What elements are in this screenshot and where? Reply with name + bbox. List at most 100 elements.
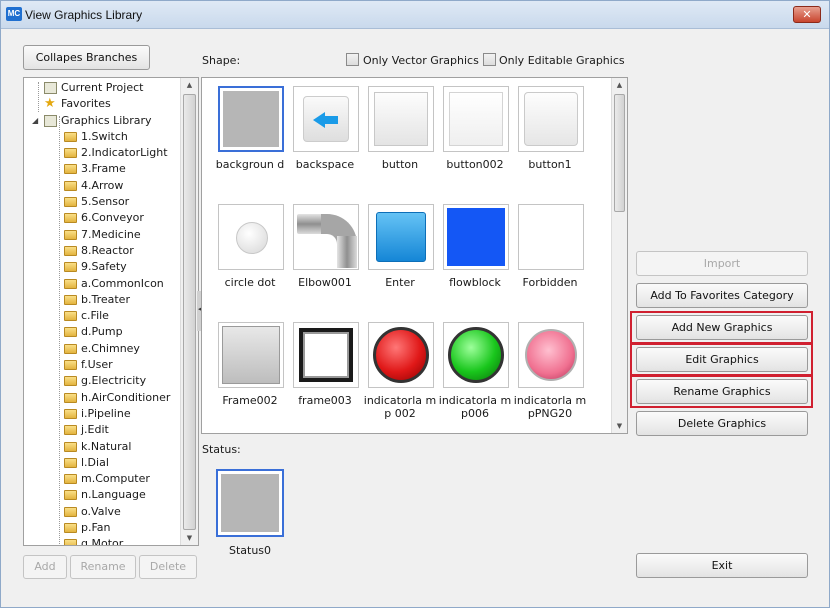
expand-arrow-icon[interactable]: ◢ bbox=[32, 113, 38, 129]
folder-icon bbox=[64, 164, 77, 175]
graphic-item[interactable]: indicatorla mp006 bbox=[437, 322, 513, 427]
scroll-down-arrow-icon[interactable]: ▼ bbox=[181, 531, 198, 545]
tree-item[interactable]: ★ Favorites bbox=[24, 96, 182, 112]
tree-item[interactable]: 7.Medicine bbox=[24, 227, 182, 243]
folder-icon bbox=[64, 490, 77, 501]
graphic-item[interactable]: flowblock bbox=[437, 204, 513, 309]
tree-item[interactable]: m.Computer bbox=[24, 471, 182, 487]
graphic-item[interactable]: indicatorla mpPNG20 bbox=[512, 322, 588, 427]
rename-category-button[interactable]: Rename bbox=[70, 555, 136, 579]
tree-item[interactable]: o.Valve bbox=[24, 504, 182, 520]
import-button[interactable]: Import bbox=[636, 251, 808, 276]
tree-item[interactable]: a.CommonIcon bbox=[24, 276, 182, 292]
gray-frame-thumbnail[interactable] bbox=[218, 322, 284, 388]
tree-item[interactable]: 5.Sensor bbox=[24, 194, 182, 210]
tree-item-label: o.Valve bbox=[81, 504, 121, 518]
graphic-item[interactable]: Elbow001 bbox=[287, 204, 363, 309]
add-new-graphics-button[interactable]: Add New Graphics bbox=[636, 315, 808, 340]
only-editable-checkbox[interactable] bbox=[483, 53, 496, 66]
tree-item[interactable]: p.Fan bbox=[24, 520, 182, 536]
tree-item[interactable]: 2.IndicatorLight bbox=[24, 145, 182, 161]
tree-item[interactable]: ◢ Graphics Library bbox=[24, 113, 182, 129]
white-dot-thumbnail[interactable] bbox=[218, 204, 284, 270]
folder-icon bbox=[64, 197, 77, 208]
graphic-item[interactable]: backgroun d bbox=[212, 86, 288, 191]
graphic-item-label: button002 bbox=[446, 158, 504, 171]
delete-graphics-button[interactable]: Delete Graphics bbox=[636, 411, 808, 436]
blue-button-thumbnail[interactable] bbox=[368, 204, 434, 270]
red-lamp-thumbnail[interactable] bbox=[368, 322, 434, 388]
collapse-branches-button[interactable]: Collapes Branches bbox=[23, 45, 150, 70]
tree-item[interactable]: 6.Conveyor bbox=[24, 210, 182, 226]
black-frame-thumbnail[interactable] bbox=[293, 322, 359, 388]
tree-item[interactable]: k.Natural bbox=[24, 439, 182, 455]
graphic-item[interactable]: button002 bbox=[437, 86, 513, 191]
tree-item[interactable]: q.Motor bbox=[24, 536, 182, 545]
tree-item[interactable]: g.Electricity bbox=[24, 373, 182, 389]
add-category-button[interactable]: Add bbox=[23, 555, 67, 579]
plain-button-thumbnail[interactable] bbox=[368, 86, 434, 152]
gray-fill-thumbnail[interactable] bbox=[218, 86, 284, 152]
tree-item[interactable]: 9.Safety bbox=[24, 259, 182, 275]
tree-item[interactable]: 1.Switch bbox=[24, 129, 182, 145]
rename-graphics-button[interactable]: Rename Graphics bbox=[636, 379, 808, 404]
tree-item[interactable]: f.User bbox=[24, 357, 182, 373]
pink-lamp-thumbnail[interactable] bbox=[518, 322, 584, 388]
shape-label: Shape: bbox=[202, 54, 241, 67]
graphic-item[interactable]: backspace bbox=[287, 86, 363, 191]
close-button[interactable]: ✕ bbox=[793, 6, 821, 23]
tree-item[interactable]: h.AirConditioner bbox=[24, 390, 182, 406]
folder-icon bbox=[64, 278, 77, 289]
folder-icon bbox=[64, 311, 77, 322]
graphic-item[interactable]: circle dot bbox=[212, 204, 288, 309]
only-editable-label: Only Editable Graphics bbox=[499, 54, 625, 67]
tree-item[interactable]: i.Pipeline bbox=[24, 406, 182, 422]
arrow-left-thumbnail[interactable] bbox=[293, 86, 359, 152]
blank-thumbnail[interactable] bbox=[518, 204, 584, 270]
graphic-item-label: Enter bbox=[385, 276, 415, 289]
category-tree[interactable]: Current Project ★ Favorites ◢ Graphics Libra… bbox=[23, 77, 199, 546]
scroll-up-arrow-icon[interactable]: ▲ bbox=[181, 78, 198, 92]
shape-scrollbar[interactable]: ▲ ▼ bbox=[611, 78, 627, 433]
plain-button-rounded-thumbnail[interactable] bbox=[518, 86, 584, 152]
tree-item[interactable]: d.Pump bbox=[24, 324, 182, 340]
tree-scrollbar[interactable]: ▲ ▼ bbox=[180, 78, 198, 545]
tree-item[interactable]: c.File bbox=[24, 308, 182, 324]
tree-item[interactable]: l.Dial bbox=[24, 455, 182, 471]
green-lamp-thumbnail[interactable] bbox=[443, 322, 509, 388]
tree-item[interactable]: Current Project bbox=[24, 80, 182, 96]
exit-button[interactable]: Exit bbox=[636, 553, 808, 578]
graphic-item[interactable]: indicatorla mp 002 bbox=[362, 322, 438, 427]
shape-grid[interactable]: backgroun d backspace button button002 butto… bbox=[201, 77, 628, 434]
scroll-up-arrow-icon[interactable]: ▲ bbox=[612, 78, 627, 92]
tree-item[interactable]: 8.Reactor bbox=[24, 243, 182, 259]
plain-button-light-thumbnail[interactable] bbox=[443, 86, 509, 152]
folder-icon bbox=[64, 425, 77, 436]
tree-item[interactable]: e.Chimney bbox=[24, 341, 182, 357]
graphic-item[interactable]: Frame002 bbox=[212, 322, 288, 427]
shape-scroll-thumb[interactable] bbox=[614, 94, 625, 212]
graphic-item[interactable]: button1 bbox=[512, 86, 588, 191]
tree-item[interactable]: 4.Arrow bbox=[24, 178, 182, 194]
folder-icon bbox=[64, 474, 77, 485]
delete-category-button[interactable]: Delete bbox=[139, 555, 197, 579]
only-vector-checkbox[interactable] bbox=[346, 53, 359, 66]
edit-graphics-button[interactable]: Edit Graphics bbox=[636, 347, 808, 372]
blue-block-thumbnail[interactable] bbox=[443, 204, 509, 270]
scroll-down-arrow-icon[interactable]: ▼ bbox=[612, 419, 627, 433]
tree-item[interactable]: j.Edit bbox=[24, 422, 182, 438]
tree-item-label: l.Dial bbox=[81, 455, 109, 469]
status-thumbnail[interactable] bbox=[216, 469, 284, 537]
folder-icon bbox=[64, 180, 77, 191]
tree-item[interactable]: 3.Frame bbox=[24, 161, 182, 177]
add-to-favorites-button[interactable]: Add To Favorites Category bbox=[636, 283, 808, 308]
folder-icon bbox=[64, 506, 77, 517]
tree-scroll-thumb[interactable] bbox=[183, 94, 196, 530]
graphic-item[interactable]: button bbox=[362, 86, 438, 191]
tree-item[interactable]: b.Treater bbox=[24, 292, 182, 308]
graphic-item[interactable]: Enter bbox=[362, 204, 438, 309]
graphic-item[interactable]: frame003 bbox=[287, 322, 363, 427]
graphic-item[interactable]: Forbidden bbox=[512, 204, 588, 309]
tree-item[interactable]: n.Language bbox=[24, 487, 182, 503]
pipe-elbow-thumbnail[interactable] bbox=[293, 204, 359, 270]
